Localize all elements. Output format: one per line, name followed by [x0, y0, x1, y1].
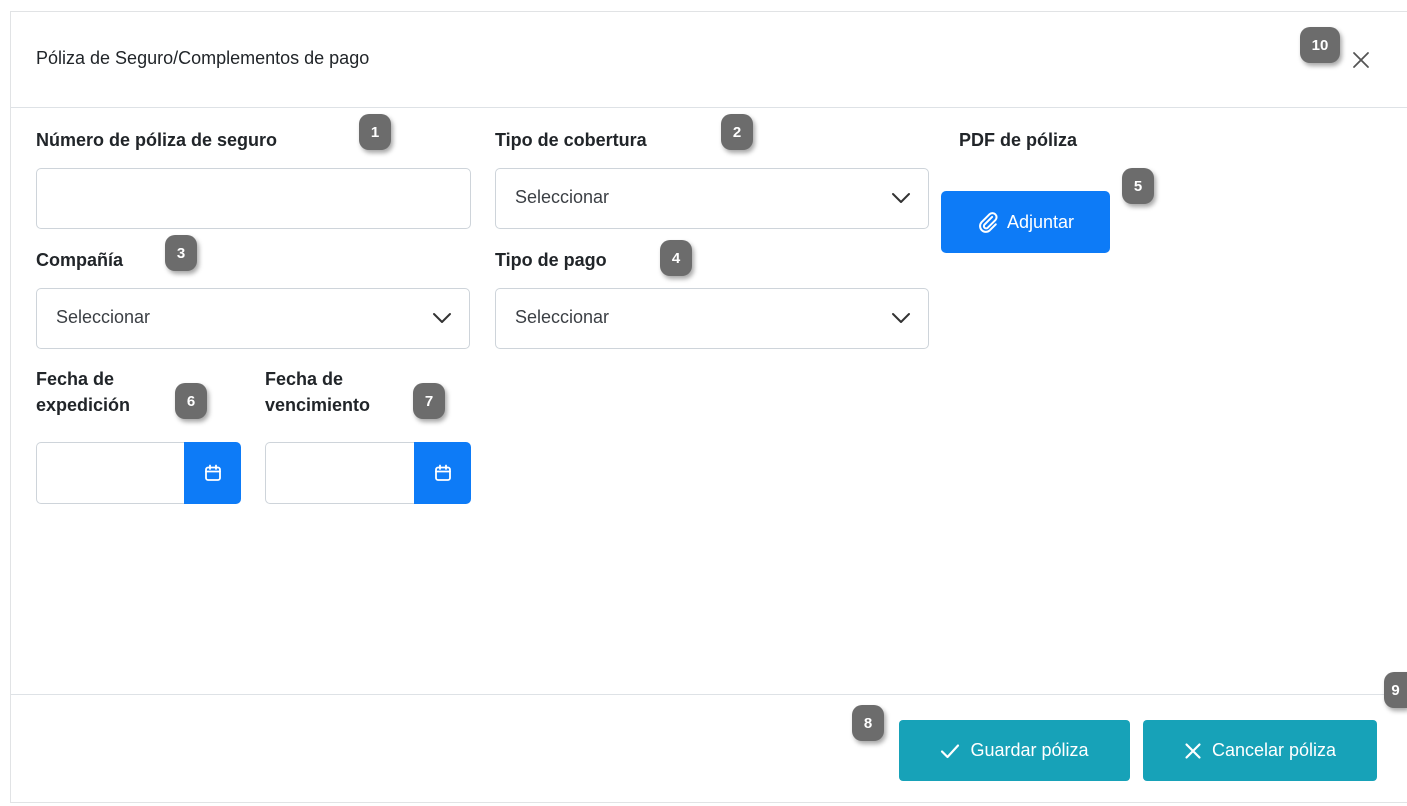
cancel-policy-button[interactable]: Cancelar póliza — [1143, 720, 1377, 781]
annotation-badge-7: 7 — [413, 383, 445, 419]
save-policy-label: Guardar póliza — [970, 740, 1089, 760]
page: Póliza de Seguro/Complementos de pago Nú… — [0, 0, 1407, 806]
calendar-icon — [204, 464, 221, 481]
policy-pdf-label: PDF de póliza — [959, 130, 1078, 150]
chevron-down-icon — [892, 193, 910, 203]
close-button[interactable] — [1346, 45, 1376, 75]
expiry-date-label-line1: Fecha de — [265, 369, 344, 389]
issue-date-label: Fecha de expedición — [36, 366, 130, 418]
modal-header: Póliza de Seguro/Complementos de pago — [11, 12, 1407, 108]
close-icon — [1353, 52, 1369, 68]
expiry-date-label-line2: vencimiento — [265, 395, 371, 415]
annotation-badge-6: 6 — [175, 383, 207, 419]
annotation-badge-8: 8 — [852, 705, 884, 741]
annotation-badge-1: 1 — [359, 114, 391, 150]
calendar-icon — [434, 464, 451, 481]
policy-modal: Póliza de Seguro/Complementos de pago Nú… — [10, 11, 1407, 803]
company-select[interactable]: Seleccionar — [36, 288, 470, 349]
policy-number-label: Número de póliza de seguro — [36, 130, 278, 150]
paperclip-icon — [979, 212, 998, 233]
attach-button-label: Adjuntar — [1006, 211, 1075, 232]
cancel-policy-label: Cancelar póliza — [1211, 740, 1337, 760]
chevron-down-icon — [433, 313, 451, 323]
annotation-badge-10: 10 — [1300, 27, 1340, 63]
payment-type-label: Tipo de pago — [495, 250, 607, 270]
modal-title: Póliza de Seguro/Complementos de pago — [36, 48, 370, 68]
coverage-type-value: Seleccionar — [515, 187, 610, 207]
payment-type-value: Seleccionar — [515, 307, 610, 327]
check-icon — [941, 743, 960, 758]
expiry-date-label: Fecha de vencimiento — [265, 366, 370, 418]
coverage-type-label: Tipo de cobertura — [495, 130, 647, 150]
payment-type-select[interactable]: Seleccionar — [495, 288, 929, 349]
policy-number-input[interactable] — [36, 168, 471, 229]
company-label: Compañía — [36, 250, 124, 270]
coverage-type-select[interactable]: Seleccionar — [495, 168, 929, 229]
modal-footer-divider — [11, 694, 1407, 695]
annotation-badge-9: 9 — [1384, 672, 1407, 708]
attach-button[interactable]: Adjuntar — [941, 191, 1110, 253]
issue-date-label-line1: Fecha de — [36, 369, 115, 389]
x-icon — [1185, 742, 1201, 759]
expiry-date-group — [265, 442, 471, 504]
expiry-date-calendar-button[interactable] — [414, 442, 471, 504]
company-value: Seleccionar — [56, 307, 151, 327]
annotation-badge-4: 4 — [660, 240, 692, 276]
annotation-badge-3: 3 — [165, 235, 197, 271]
annotation-badge-5: 5 — [1122, 168, 1154, 204]
issue-date-calendar-button[interactable] — [184, 442, 241, 504]
issue-date-group — [36, 442, 241, 504]
chevron-down-icon — [892, 313, 910, 323]
expiry-date-input[interactable] — [265, 442, 415, 504]
issue-date-label-line2: expedición — [36, 395, 131, 415]
annotation-badge-2: 2 — [721, 114, 753, 150]
issue-date-input[interactable] — [36, 442, 184, 504]
save-policy-button[interactable]: Guardar póliza — [899, 720, 1130, 781]
